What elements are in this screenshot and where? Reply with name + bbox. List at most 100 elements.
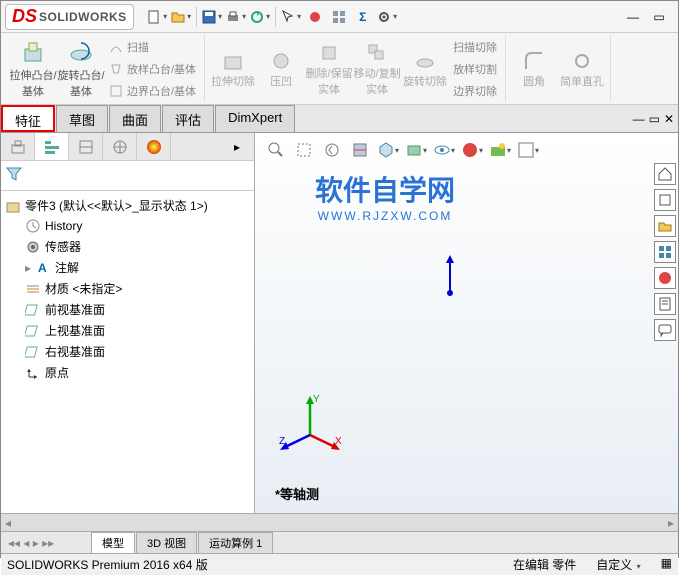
tree-origin[interactable]: 原点 [5,362,250,383]
sweep-cut-button[interactable]: 扫描切除 [449,37,501,57]
loft-boss-button[interactable]: 放样凸台/基体 [105,59,200,79]
minimize-button[interactable]: — [622,6,644,28]
maximize-button[interactable]: ▭ [648,6,670,28]
settings-button[interactable]: ▾ [376,6,398,28]
extrude-cut-button[interactable]: 拉伸切除 [209,37,257,101]
tab-dimxpert[interactable]: DimXpert [215,105,295,132]
boundary-cut-button[interactable]: 边界切除 [449,81,501,101]
window-controls: — ▭ [622,6,670,28]
logo-ds: DS [12,6,37,27]
view-orientation-label: *等轴测 [275,484,319,503]
svg-text:Z: Z [279,436,285,447]
appearance-button[interactable] [304,6,326,28]
sweep-button[interactable]: 扫描 [105,37,200,57]
tab-sketch[interactable]: 草图 [56,105,108,132]
select-button[interactable]: ▾ [280,6,302,28]
watermark: 软件自学网 WWW.RJZXW.COM [315,169,455,223]
svg-text:X: X [335,436,342,447]
panel-expand-arrow[interactable]: ▸ [220,133,254,160]
origin-triad-icon [435,253,465,306]
status-version: SOLIDWORKS Premium 2016 x64 版 [7,556,208,573]
revolve-boss-button[interactable]: 旋转凸台/基体 [57,37,105,101]
delete-keep-button[interactable]: 删除/保留实体 [305,37,353,101]
logo-text: SOLIDWORKS [39,10,127,24]
extrude-boss-button[interactable]: 拉伸凸台/基体 [9,37,57,101]
panel-tab-feature-tree[interactable] [35,133,69,160]
svg-text:A: A [38,261,47,275]
equations-button[interactable]: Σ [352,6,374,28]
quick-access-toolbar: ▾ ▾ ▾ ▾ ▾ ▾ Σ ▾ [146,6,622,28]
hide-show-icon[interactable]: ▾ [433,139,455,161]
tree-material[interactable]: 材质 <未指定> [5,278,250,299]
view-toolbar: ▾ ▾ ▾ ▾ ▾ ▾ [265,139,539,161]
zoom-area-icon[interactable] [293,139,315,161]
taskpane-home-icon[interactable] [654,163,676,185]
taskpane-properties-icon[interactable] [654,293,676,315]
print-button[interactable]: ▾ [225,6,247,28]
doc-minimize[interactable]: — [633,112,645,126]
tree-sensors[interactable]: 传感器 [5,236,250,257]
ribbon: 拉伸凸台/基体 旋转凸台/基体 扫描 放样凸台/基体 边界凸台/基体 拉伸切除 … [1,33,678,105]
app-logo[interactable]: DS SOLIDWORKS [5,4,134,30]
doc-restore[interactable]: ▭ [649,112,660,126]
apply-scene-icon[interactable]: ▾ [489,139,511,161]
motion-tabs: ◂◂ ◂ ▸ ▸▸ 模型 3D 视图 运动算例 1 [1,531,678,553]
view-settings-icon[interactable]: ▾ [517,139,539,161]
tab-3dview[interactable]: 3D 视图 [136,532,197,554]
zoom-fit-icon[interactable] [265,139,287,161]
taskpane-appearances-icon[interactable] [654,267,676,289]
task-pane [654,163,676,341]
panel-tab-assembly[interactable] [1,133,35,160]
status-bar: SOLIDWORKS Premium 2016 x64 版 在编辑 零件 自定义… [1,553,678,575]
revolve-cut-button[interactable]: 旋转切除 [401,37,449,101]
tab-surface[interactable]: 曲面 [109,105,161,132]
tree-front-plane[interactable]: 前视基准面 [5,299,250,320]
scroll-bar[interactable]: ◂▸ [1,513,678,531]
feature-manager-panel: ▸ 零件3 (默认<<默认>_显示状态 1>) History 传感器 ▸A注解… [1,133,255,513]
tree-top-plane[interactable]: 上视基准面 [5,320,250,341]
view-triad-icon: Y X Z [275,390,345,463]
taskpane-library-icon[interactable] [654,189,676,211]
panel-tab-config[interactable] [103,133,137,160]
status-editing: 在编辑 零件 [513,556,576,573]
tab-evaluate[interactable]: 评估 [162,105,214,132]
new-button[interactable]: ▾ [146,6,168,28]
title-bar: DS SOLIDWORKS ▾ ▾ ▾ ▾ ▾ ▾ Σ ▾ — ▭ [1,1,678,33]
command-tabs: 特征 草图 曲面 评估 DimXpert — ▭ ✕ [1,105,678,133]
doc-close[interactable]: ✕ [664,112,674,126]
tree-annotations[interactable]: ▸A注解 [5,257,250,278]
options-button[interactable] [328,6,350,28]
svg-text:Y: Y [313,394,320,405]
hole-wizard-button[interactable]: 压凹 [257,37,305,101]
taskpane-explorer-icon[interactable] [654,215,676,237]
fillet-button[interactable]: 圆角 [510,37,558,101]
tree-history[interactable]: History [5,216,250,236]
prev-view-icon[interactable] [321,139,343,161]
open-button[interactable]: ▾ [170,6,192,28]
tab-features[interactable]: 特征 [1,105,55,132]
boundary-boss-button[interactable]: 边界凸台/基体 [105,81,200,101]
tab-motion-study[interactable]: 运动算例 1 [198,532,273,554]
section-view-icon[interactable] [349,139,371,161]
edit-appearance-icon[interactable]: ▾ [461,139,483,161]
simple-hole-button[interactable]: 简单直孔 [558,37,606,101]
save-button[interactable]: ▾ [201,6,223,28]
panel-tab-property[interactable] [69,133,103,160]
feature-tree: 零件3 (默认<<默认>_显示状态 1>) History 传感器 ▸A注解 材… [1,191,254,513]
view-orientation-icon[interactable]: ▾ [377,139,399,161]
panel-tab-appearance[interactable] [137,133,171,160]
taskpane-view-palette-icon[interactable] [654,241,676,263]
status-custom[interactable]: 自定义 ▾ [596,556,640,573]
tree-right-plane[interactable]: 右视基准面 [5,341,250,362]
display-style-icon[interactable]: ▾ [405,139,427,161]
graphics-area[interactable]: ▾ ▾ ▾ ▾ ▾ ▾ 软件自学网 WWW.RJZXW.COM Y X [255,133,678,513]
move-copy-button[interactable]: 移动/复制实体 [353,37,401,101]
taskpane-forum-icon[interactable] [654,319,676,341]
tab-model[interactable]: 模型 [91,532,135,554]
filter-icon[interactable] [5,165,23,186]
main-area: ▸ 零件3 (默认<<默认>_显示状态 1>) History 传感器 ▸A注解… [1,133,678,513]
status-grid-icon[interactable]: ▦ [661,556,672,573]
loft-cut-button[interactable]: 放样切割 [449,59,501,79]
tree-root[interactable]: 零件3 (默认<<默认>_显示状态 1>) [5,195,250,216]
rebuild-button[interactable]: ▾ [249,6,271,28]
